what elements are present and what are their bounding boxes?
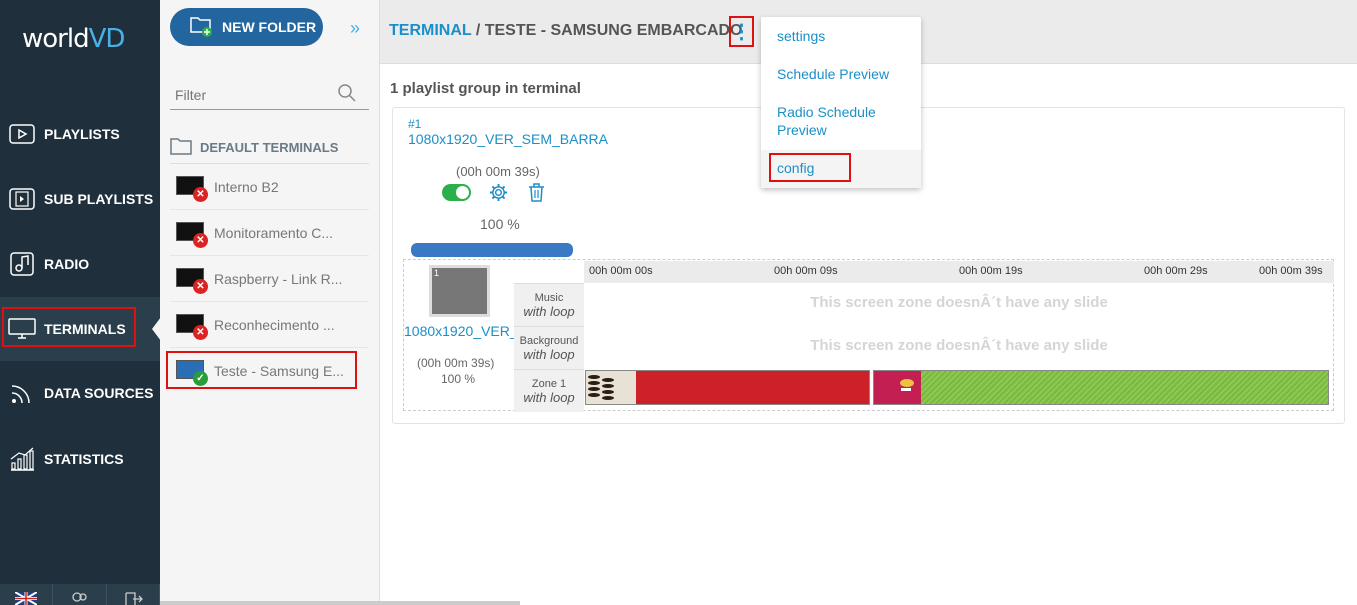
zone-label-zone-1: Zone 1 with loop <box>514 369 584 412</box>
thumbnail-index: 1 <box>434 268 440 278</box>
folder-add-icon <box>190 15 214 40</box>
timeline-tick: 00h 00m 29s <box>1144 265 1208 277</box>
timeline-tick: 00h 00m 39s <box>1259 265 1323 277</box>
timeline-duration: (00h 00m 39s) <box>417 356 495 370</box>
breadcrumb-separator: / <box>471 22 485 39</box>
terminal-item[interactable]: ✕ Raspberry - Link R... <box>170 256 369 302</box>
nav-label: STATISTICS <box>44 451 124 467</box>
slide-segment[interactable] <box>873 370 1329 405</box>
playlist-name-link[interactable]: 1080x1920_VER_SEM_BARRA <box>408 131 608 147</box>
terminal-label: Monitoramento C... <box>214 224 334 241</box>
nav-item-radio[interactable]: RADIO <box>0 232 160 296</box>
breadcrumb-terminal-link[interactable]: TERMINAL <box>389 22 471 39</box>
menu-item-radio-schedule-preview[interactable]: Radio Schedule Preview <box>777 103 912 139</box>
breadcrumb: TERMINAL / TESTE - SAMSUNG EMBARCADO <box>389 22 743 40</box>
terminal-item[interactable]: ✕ Interno B2 <box>170 164 369 210</box>
zone-empty-message: This screen zone doesnÂ´t have any slide <box>810 294 1108 311</box>
folder-icon <box>170 137 192 158</box>
highlight-box-config <box>769 153 851 182</box>
playlist-percent: 100 % <box>480 216 520 232</box>
terminal-label: Interno B2 <box>214 178 279 195</box>
more-options-icon[interactable]: ⋮ <box>729 16 754 47</box>
nav-item-statistics[interactable]: STATISTICS <box>0 427 160 491</box>
nav-label: DATA SOURCES <box>44 385 154 401</box>
terminal-label: Reconhecimento ... <box>214 316 335 333</box>
collapse-panel-icon[interactable]: » <box>350 18 360 39</box>
logout-icon[interactable] <box>107 584 160 605</box>
slide-thumbnail <box>874 371 921 404</box>
timeline-tick: 00h 00m 09s <box>774 265 838 277</box>
terminal-item[interactable]: ✕ Reconhecimento ... <box>170 302 369 348</box>
highlight-box-terminals <box>2 307 136 347</box>
trash-icon[interactable] <box>528 183 545 207</box>
playlist-progress-bar <box>411 243 573 257</box>
rss-icon <box>8 381 36 405</box>
logo: worldVD <box>22 24 126 54</box>
timeline-playlist-name[interactable]: 1080x1920_VER_SEM_BARRA <box>404 323 514 339</box>
nav-label: SUB PLAYLISTS <box>44 191 154 207</box>
new-folder-button[interactable]: NEW FOLDER <box>170 8 323 46</box>
zone-mode: with loop <box>523 303 575 319</box>
users-icon[interactable] <box>53 584 107 605</box>
terminal-offline-icon: ✕ <box>176 313 208 340</box>
nav-item-playlists[interactable]: PLAYLISTS <box>0 102 160 166</box>
zone-empty-message: This screen zone doesnÂ´t have any slide <box>810 337 1108 354</box>
timeline-percent: 100 % <box>441 372 476 386</box>
slide-segment[interactable] <box>585 370 870 405</box>
gear-icon[interactable] <box>489 183 508 207</box>
nav-label: PLAYLISTS <box>44 126 120 142</box>
options-menu: settings Schedule Preview Radio Schedule… <box>761 17 921 188</box>
breadcrumb-current: TESTE - SAMSUNG EMBARCADO <box>484 22 743 39</box>
terminal-offline-icon: ✕ <box>176 267 208 294</box>
timeline-tick: 00h 00m 19s <box>959 265 1023 277</box>
play-icon <box>8 122 36 146</box>
folder-title-label: DEFAULT TERMINALS <box>200 140 339 155</box>
zone-label-music: Music with loop <box>514 283 584 326</box>
terminal-folders-panel: NEW FOLDER » DEFAULT TERMINALS ✕ Interno… <box>160 0 380 605</box>
nav-item-sub-playlists[interactable]: SUB PLAYLISTS <box>0 167 160 231</box>
music-icon <box>8 252 36 276</box>
terminal-label: Raspberry - Link R... <box>214 270 343 287</box>
zone-name: Background <box>519 334 579 347</box>
playlist-number: #1 <box>408 117 422 131</box>
playlist-enabled-toggle[interactable] <box>442 184 471 201</box>
flag-icon[interactable] <box>0 584 54 605</box>
menu-item-settings[interactable]: settings <box>777 27 912 45</box>
slide-thumbnail <box>586 371 636 404</box>
main-nav: worldVD PLAYLISTS SUB PLAYLISTS RADIO TE… <box>0 0 160 605</box>
playlist-duration: (00h 00m 39s) <box>456 164 540 179</box>
chart-icon <box>8 447 36 471</box>
nav-footer <box>0 584 160 605</box>
logo-text-world: world <box>22 24 90 54</box>
zone-label-background: Background with loop <box>514 326 584 369</box>
zone-mode: with loop <box>523 346 575 362</box>
zone-name: Zone 1 <box>531 377 567 390</box>
terminal-item[interactable]: ✕ Monitoramento C... <box>170 210 369 256</box>
menu-item-schedule-preview[interactable]: Schedule Preview <box>777 65 912 83</box>
horizontal-scrollbar[interactable] <box>160 601 520 605</box>
terminal-offline-icon: ✕ <box>176 175 208 202</box>
timeline-tick: 00h 00m 00s <box>589 265 653 277</box>
terminal-offline-icon: ✕ <box>176 221 208 248</box>
zone-name: Music <box>534 291 564 304</box>
nav-item-data-sources[interactable]: DATA SOURCES <box>0 361 160 425</box>
playlist-thumbnail[interactable]: 1 <box>429 265 490 317</box>
search-icon[interactable] <box>338 84 356 107</box>
playlist-group-count: 1 playlist group in terminal <box>390 80 581 97</box>
film-icon <box>8 187 36 211</box>
logo-text-vd: VD <box>88 24 126 54</box>
nav-label: RADIO <box>44 256 90 272</box>
new-folder-label: NEW FOLDER <box>222 19 317 35</box>
zone-mode: with loop <box>523 389 575 405</box>
highlight-box-selected-terminal <box>166 351 357 389</box>
folder-default-terminals[interactable]: DEFAULT TERMINALS <box>170 132 369 164</box>
